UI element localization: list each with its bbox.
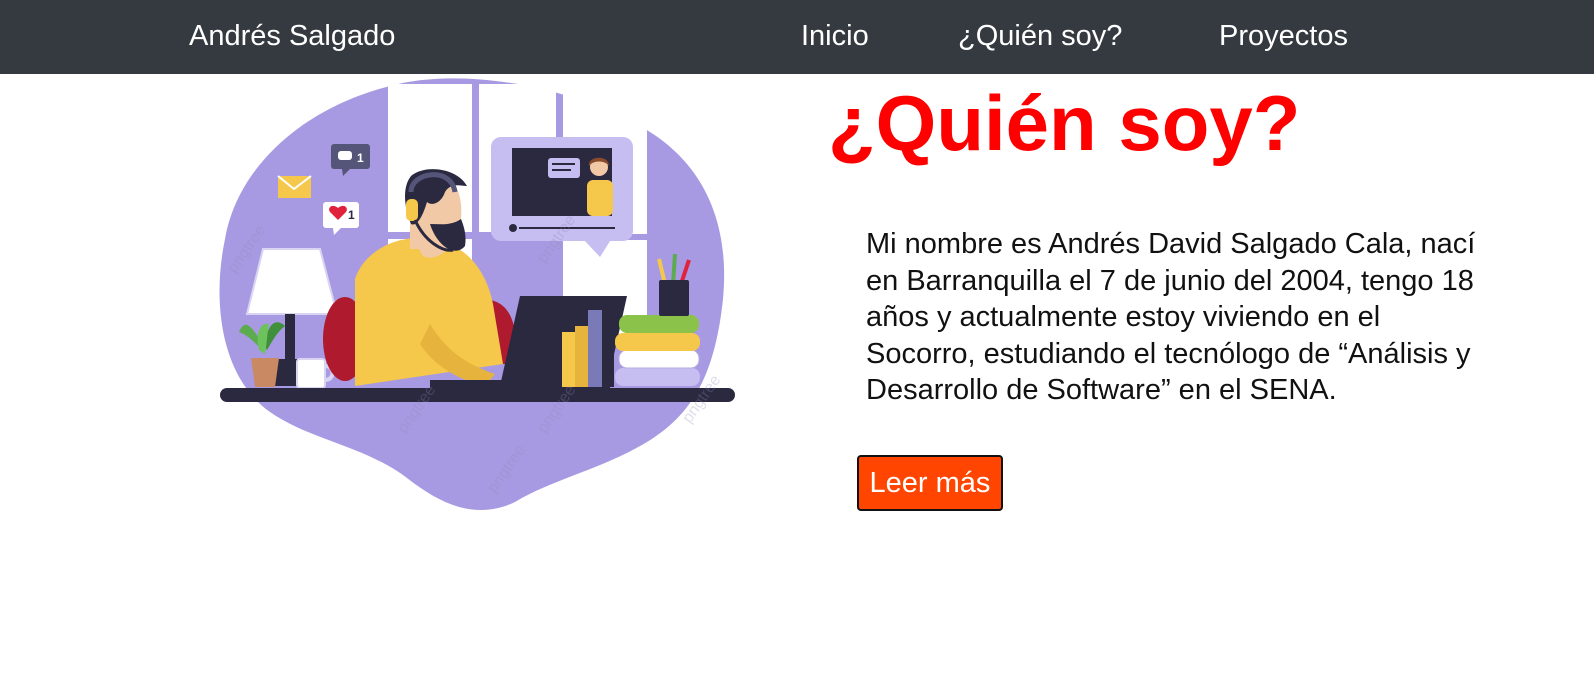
nav-link-quien-soy[interactable]: ¿Quién soy? <box>958 18 1122 54</box>
brand-link[interactable]: Andrés Salgado <box>189 18 395 54</box>
top-navbar: Andrés Salgado Inicio ¿Quién soy? Proyec… <box>0 0 1594 74</box>
bio-paragraph: Mi nombre es Andrés David Salgado Cala, … <box>866 228 1476 406</box>
envelope-icon <box>277 175 312 198</box>
illustration-svg: 1 1 pngtree pngtree pngtree pngtree pngt… <box>219 78 735 511</box>
chat-badge-text: 1 <box>357 151 364 165</box>
person-studying-online-illustration: 1 1 pngtree pngtree pngtree pngtree pngt… <box>215 74 740 514</box>
desk <box>220 388 735 402</box>
page-title: ¿Quién soy? <box>828 79 1301 167</box>
nav-link-inicio[interactable]: Inicio <box>801 18 869 54</box>
nav-link-proyectos[interactable]: Proyectos <box>1219 18 1348 54</box>
read-more-button[interactable]: Leer más <box>857 455 1003 511</box>
like-badge-text: 1 <box>348 208 355 222</box>
